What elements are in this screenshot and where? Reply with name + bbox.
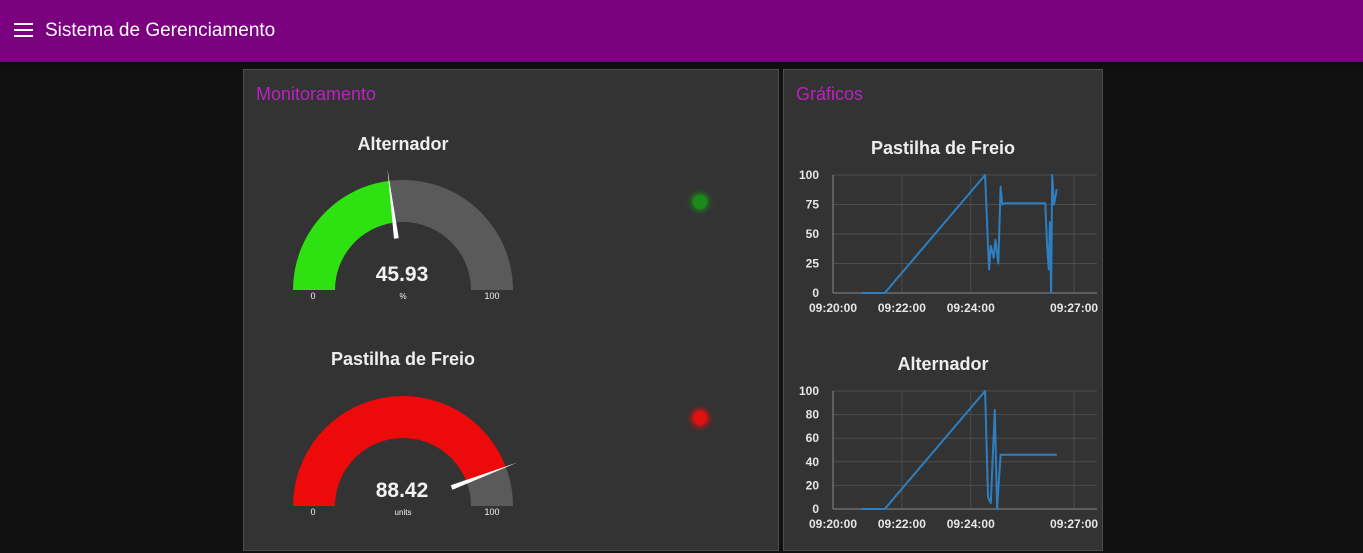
x-tick-label: 09:20:00	[809, 517, 857, 531]
gauge-min-label: 0	[310, 291, 315, 301]
status-led-ok	[693, 195, 707, 209]
graphs-group-title: Gráficos	[796, 84, 864, 104]
app-toolbar: Sistema de Gerenciamento	[0, 0, 1363, 62]
monitor-group-title: Monitoramento	[256, 84, 377, 104]
y-tick-label: 40	[806, 455, 820, 469]
chart-title-pastilha: Pastilha de Freio	[870, 138, 1016, 158]
gauge-alternador: 45.93% 0 100	[293, 170, 513, 301]
gauge-max-label: 100	[484, 507, 499, 517]
gauge-value: 88.42	[376, 479, 429, 502]
gauge-pastilha-de-freio: 88.42 units 0 100	[293, 396, 518, 517]
monitor-group: Monitoramento Alternador 45.93% 0 100 Past…	[243, 69, 779, 551]
gauge-units: %	[399, 292, 406, 301]
x-tick-label: 09:20:00	[809, 301, 857, 315]
graphs-group: Gráficos Pastilha de Freio 100 75 50 25 0 09:…	[783, 69, 1103, 551]
x-tick-label: 09:24:00	[947, 517, 995, 531]
x-tick-label: 09:27:00	[1050, 301, 1098, 315]
x-tick-label: 09:22:00	[878, 301, 926, 315]
gauge-min-label: 0	[310, 507, 315, 517]
y-tick-label: 100	[799, 384, 819, 398]
x-tick-label: 09:24:00	[947, 301, 995, 315]
gauge-title-alternador: Alternador	[357, 134, 449, 154]
y-tick-label: 25	[806, 257, 820, 271]
y-tick-label: 0	[812, 502, 819, 516]
y-tick-label: 60	[806, 431, 820, 445]
chart-title-alternador: Alternador	[897, 354, 989, 374]
y-tick-label: 80	[806, 408, 820, 422]
line-chart-pastilha-de-freio: 100 75 50 25 009:20:00 09:22:00 09:24:00 09:27:…	[799, 168, 1098, 315]
y-tick-label: 100	[799, 168, 819, 182]
status-led-alarm	[693, 411, 707, 425]
series-line	[861, 390, 1057, 510]
gauge-units: units	[395, 508, 412, 517]
y-tick-label: 50	[806, 227, 820, 241]
x-tick-label: 09:27:00	[1050, 517, 1098, 531]
x-tick-label: 09:22:00	[878, 517, 926, 531]
gauge-value: 45.93	[376, 263, 429, 286]
line-chart-alternador: 100 80 60 40 20 009:20:00 09:22:00 09:24:00 09:2…	[799, 384, 1098, 531]
menu-icon[interactable]	[14, 23, 34, 41]
y-tick-label: 20	[806, 478, 820, 492]
gauge-title-pastilha: Pastilha de Freio	[330, 349, 476, 369]
app-title: Sistema de Gerenciamento	[45, 20, 276, 41]
y-tick-label: 0	[812, 286, 819, 300]
gauge-max-label: 100	[484, 291, 499, 301]
y-tick-label: 75	[806, 198, 820, 212]
